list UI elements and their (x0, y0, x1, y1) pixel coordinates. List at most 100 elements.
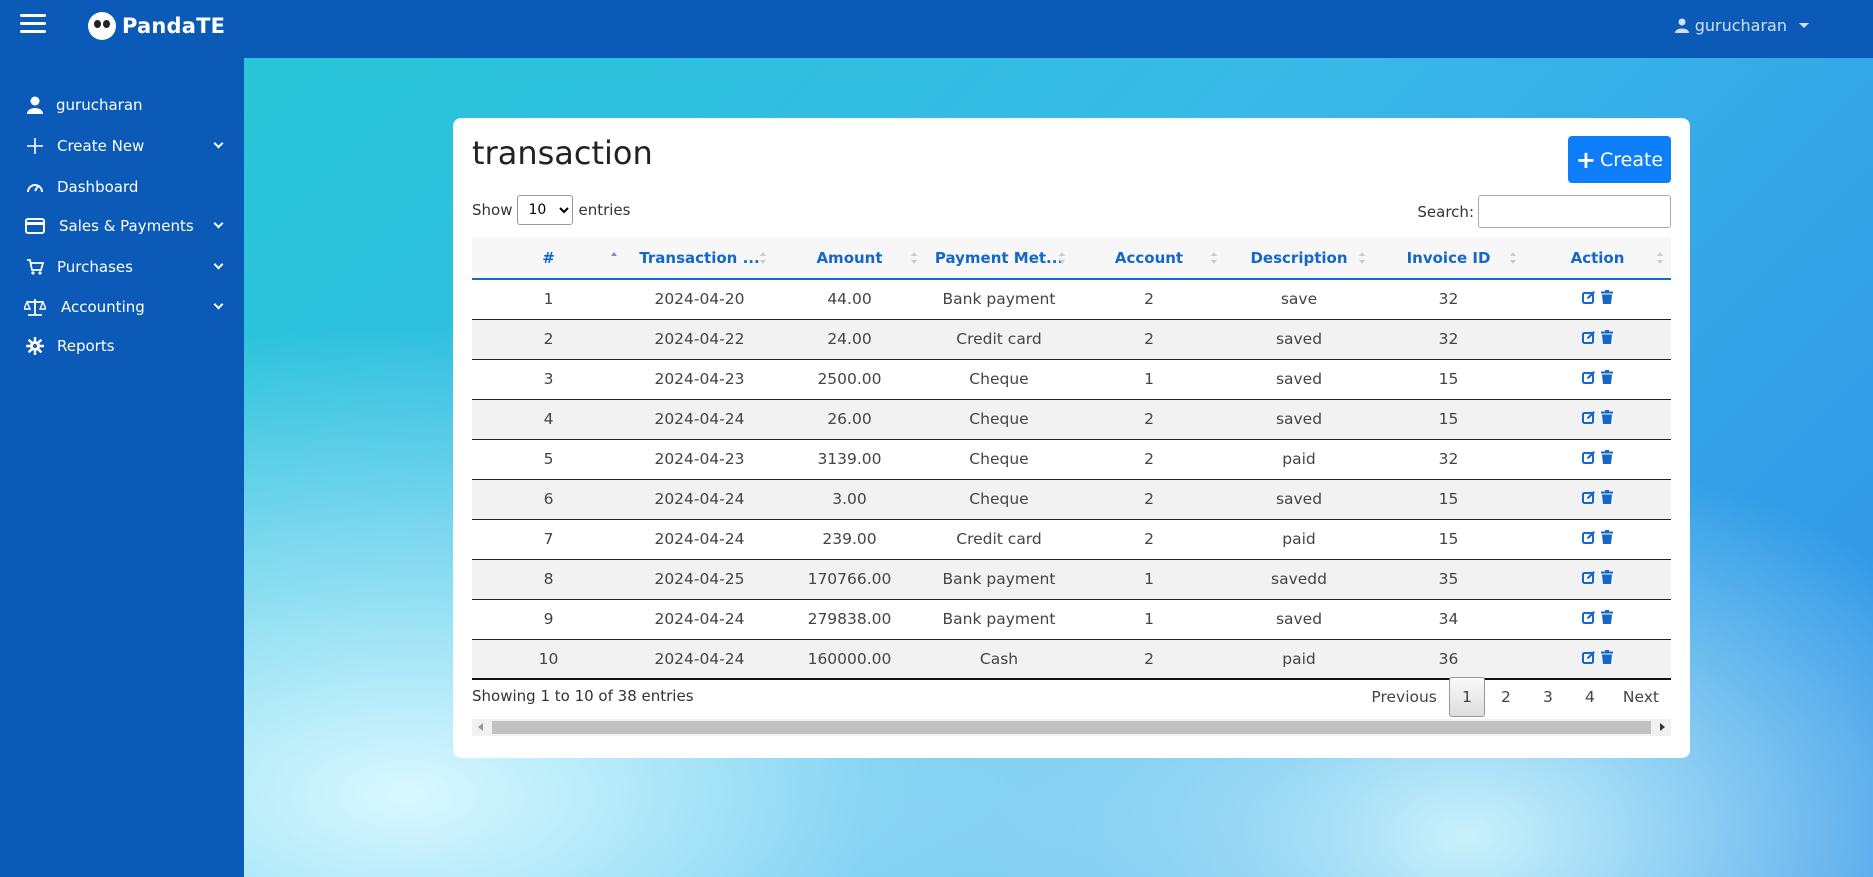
brand[interactable]: PandaTE (88, 12, 225, 40)
trash-icon[interactable] (1601, 530, 1613, 544)
sidebar-item-accounting[interactable]: Accounting (0, 289, 244, 325)
sidebar-item-label: Accounting (61, 298, 145, 316)
edit-icon[interactable] (1582, 290, 1596, 305)
table-row: 7 2024-04-24 239.00 Credit card 2 paid 1… (472, 519, 1671, 560)
pagination-next[interactable]: Next (1611, 677, 1671, 717)
entries-select[interactable]: 10 (517, 195, 574, 225)
cell-invoice-id: 32 (1373, 279, 1524, 320)
col-header-transaction[interactable]: Transaction ... (625, 237, 774, 280)
col-header-account[interactable]: Account (1073, 237, 1225, 280)
cell-transaction-date: 2024-04-24 (625, 399, 774, 440)
col-header-label: Action (1570, 248, 1625, 267)
edit-icon[interactable] (1582, 370, 1596, 384)
scrollbar-thumb[interactable] (492, 721, 1651, 734)
sidebar-item-dashboard[interactable]: Dashboard (0, 169, 244, 205)
sidebar-item-user[interactable]: gurucharan (0, 87, 244, 123)
col-header-description[interactable]: Description (1225, 237, 1373, 280)
trash-icon[interactable] (1601, 490, 1613, 504)
horizontal-scrollbar[interactable] (472, 719, 1671, 736)
pagination-page-4[interactable]: 4 (1569, 677, 1611, 717)
cell-payment-method: Cheque (925, 479, 1073, 520)
search-input[interactable] (1478, 195, 1671, 228)
col-header-invoice-id[interactable]: Invoice ID (1373, 237, 1524, 280)
sort-icon (1657, 252, 1663, 264)
col-header-action[interactable]: Action (1524, 237, 1671, 280)
edit-icon[interactable] (1582, 410, 1596, 424)
cell-invoice-id: 15 (1373, 359, 1524, 400)
edit-icon[interactable] (1582, 530, 1596, 544)
cell-amount: 170766.00 (774, 559, 925, 600)
cell-description: saved (1225, 359, 1373, 400)
cell-actions (1524, 559, 1671, 600)
trash-icon[interactable] (1601, 649, 1613, 664)
cell-account: 2 (1073, 519, 1225, 560)
cell-account: 2 (1073, 319, 1225, 360)
edit-icon[interactable] (1582, 650, 1596, 664)
cell-number: 6 (472, 479, 625, 520)
col-header-label: Transaction ... (639, 248, 760, 267)
cell-transaction-date: 2024-04-24 (625, 639, 774, 680)
sidebar-item-create-new[interactable]: Create New (0, 128, 244, 164)
create-button[interactable]: + Create (1568, 136, 1671, 183)
cell-amount: 3139.00 (774, 439, 925, 480)
table-row: 6 2024-04-24 3.00 Cheque 2 saved 15 (472, 479, 1671, 520)
cell-invoice-id: 32 (1373, 319, 1524, 360)
sidebar-item-sales-payments[interactable]: Sales & Payments (0, 208, 244, 244)
cell-amount: 160000.00 (774, 639, 925, 680)
cell-account: 2 (1073, 279, 1225, 320)
col-header-amount[interactable]: Amount (774, 237, 925, 280)
pagination-previous[interactable]: Previous (1359, 677, 1449, 717)
sidebar-item-reports[interactable]: Reports (0, 328, 244, 364)
sort-icon (1211, 252, 1217, 264)
cell-number: 2 (472, 319, 625, 360)
trash-icon[interactable] (1601, 610, 1613, 624)
sidebar-item-label: Sales & Payments (59, 217, 194, 235)
transaction-card: transaction + Create Show 10 entries Sea… (453, 118, 1690, 758)
trash-icon[interactable] (1601, 290, 1613, 305)
scroll-right-icon[interactable] (1660, 723, 1665, 731)
edit-icon[interactable] (1582, 610, 1596, 624)
sidebar-item-label: Create New (57, 137, 145, 155)
col-header-label: # (542, 248, 555, 267)
edit-icon[interactable] (1582, 570, 1596, 584)
cell-actions (1524, 479, 1671, 520)
user-menu[interactable]: gurucharan (1674, 16, 1809, 35)
sort-icon (1510, 252, 1516, 264)
plus-icon: + (1575, 145, 1596, 174)
edit-icon[interactable] (1582, 330, 1596, 344)
sidebar-item-purchases[interactable]: Purchases (0, 249, 244, 285)
edit-icon[interactable] (1582, 450, 1596, 464)
pagination-page-1[interactable]: 1 (1448, 677, 1485, 717)
caret-down-icon (1799, 23, 1809, 28)
cell-actions (1524, 399, 1671, 440)
cell-payment-method: Cheque (925, 359, 1073, 400)
chevron-down-icon (213, 259, 224, 270)
trash-icon[interactable] (1601, 410, 1613, 424)
cell-description: saved (1225, 399, 1373, 440)
cell-number: 1 (472, 279, 625, 320)
panda-logo-icon (88, 12, 116, 40)
trash-icon[interactable] (1601, 330, 1613, 344)
scroll-left-icon[interactable] (478, 723, 483, 731)
trash-icon[interactable] (1601, 570, 1613, 584)
hamburger-menu-icon[interactable] (20, 14, 46, 36)
col-header-number[interactable]: # (472, 237, 625, 280)
pagination-page-3[interactable]: 3 (1527, 677, 1569, 717)
cell-number: 9 (472, 599, 625, 640)
trash-icon[interactable] (1601, 370, 1613, 384)
cell-amount: 239.00 (774, 519, 925, 560)
cell-description: save (1225, 279, 1373, 320)
col-header-label: Invoice ID (1406, 248, 1491, 267)
chevron-down-icon (213, 218, 224, 229)
cell-description: paid (1225, 439, 1373, 480)
pagination-page-2[interactable]: 2 (1485, 677, 1527, 717)
edit-icon[interactable] (1582, 490, 1596, 504)
trash-icon[interactable] (1601, 450, 1613, 464)
table-search: Search: (1417, 195, 1671, 228)
cell-actions (1524, 359, 1671, 400)
gauge-icon (24, 176, 46, 198)
sidebar: gurucharan Create New Dashboard Sales & … (0, 58, 244, 877)
col-header-payment-method[interactable]: Payment Met... (925, 237, 1073, 280)
cell-invoice-id: 32 (1373, 439, 1524, 480)
show-label: Show (472, 201, 513, 219)
